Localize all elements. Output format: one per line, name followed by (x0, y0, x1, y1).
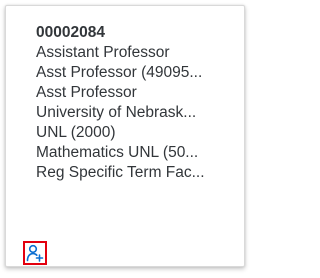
add-person-button[interactable] (23, 241, 47, 265)
job-code: Asst Professor (49095... (36, 64, 203, 81)
job-title: Asst Professor (36, 84, 137, 101)
business-unit: UNL (2000) (36, 124, 116, 141)
position-details: 00002084 Assistant Professor Asst Profes… (36, 23, 241, 183)
department: Mathematics UNL (50... (36, 144, 199, 161)
add-person-icon (26, 244, 44, 262)
company: University of Nebrask... (36, 104, 197, 121)
position-id: 00002084 (36, 24, 105, 41)
employee-class: Reg Specific Term Fac... (36, 164, 205, 181)
position-title: Assistant Professor (36, 44, 170, 61)
position-card: 00002084 Assistant Professor Asst Profes… (5, 5, 245, 267)
